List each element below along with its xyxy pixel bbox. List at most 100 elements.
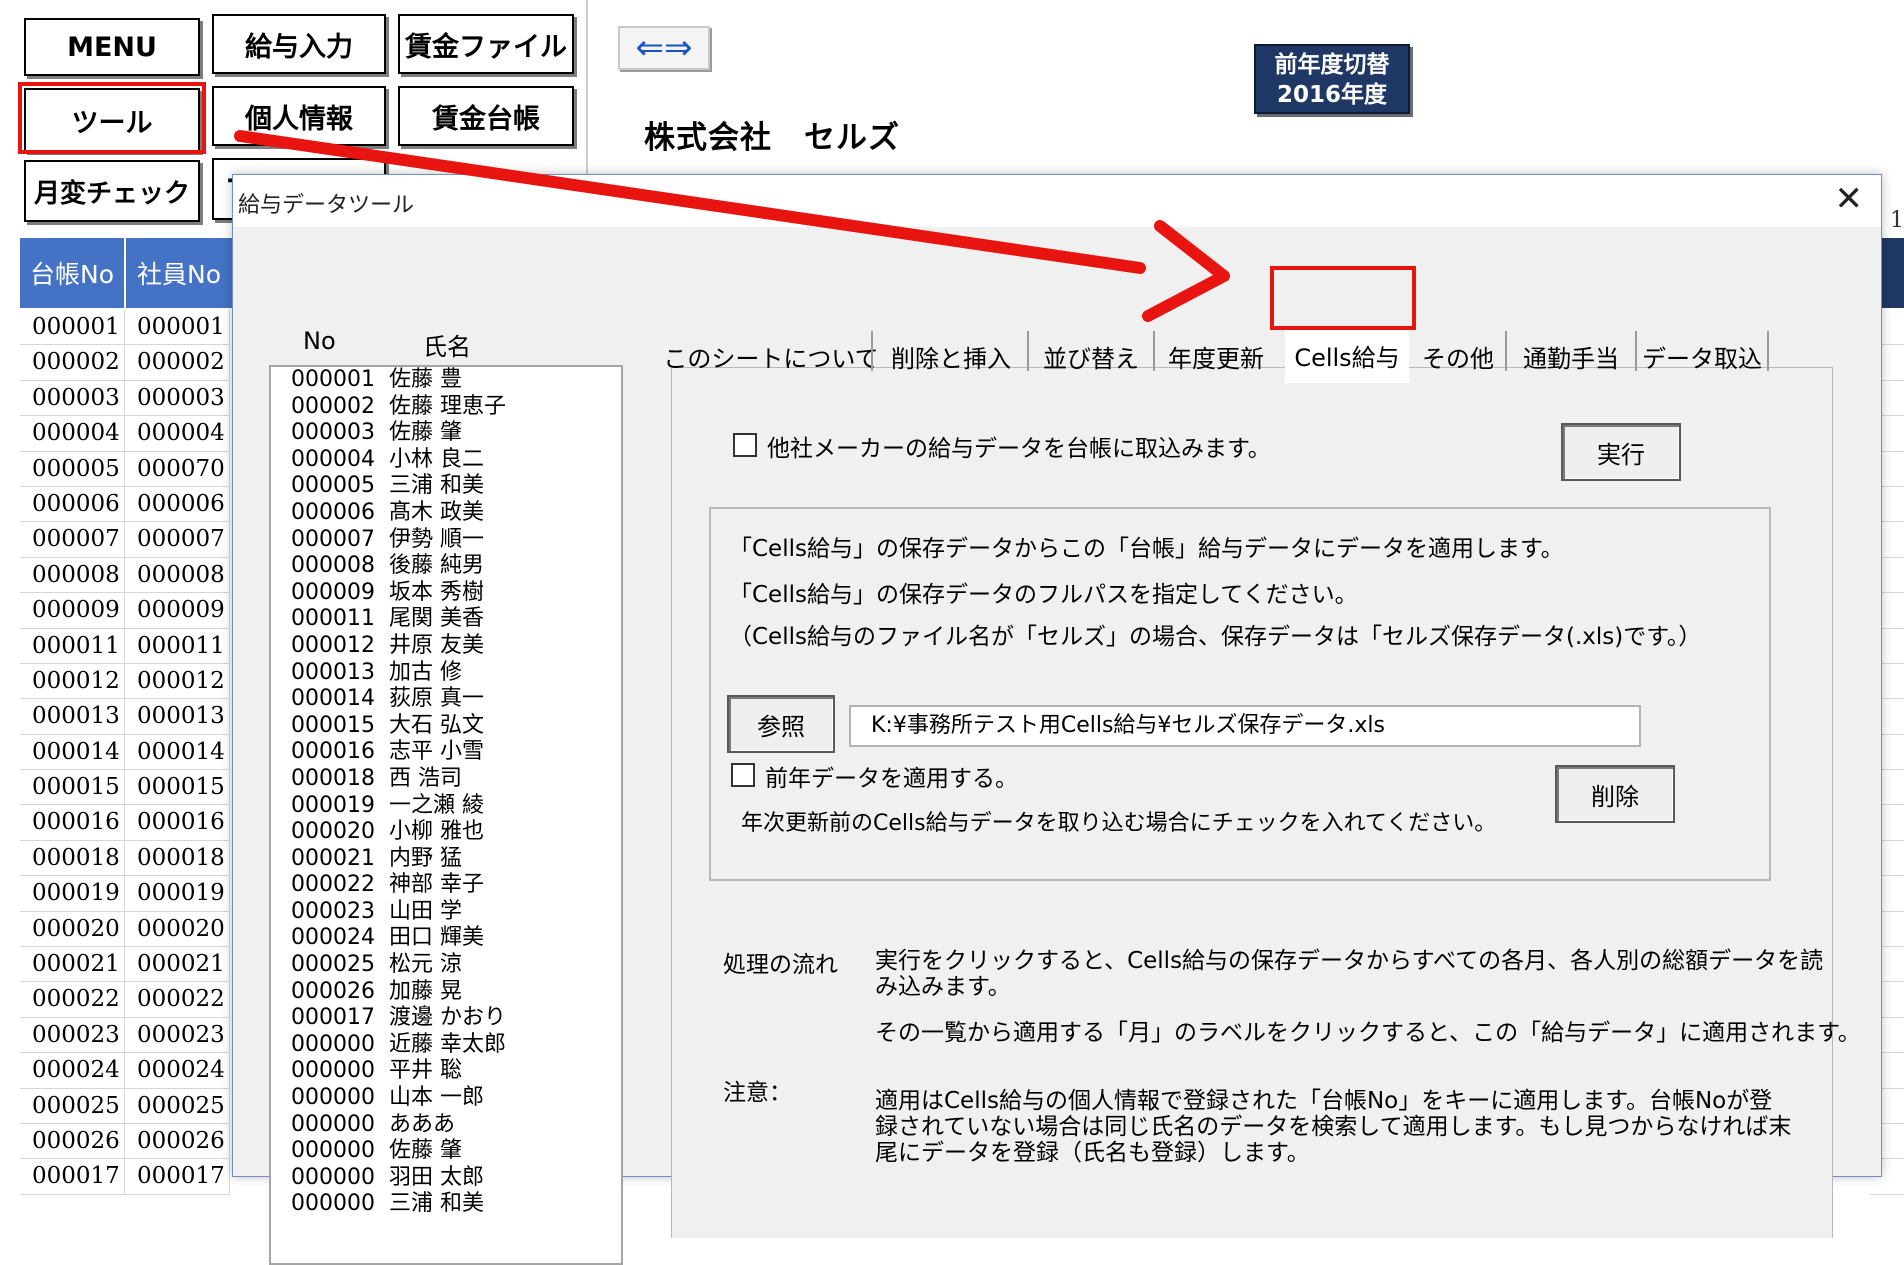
list-item[interactable]: 000026 加藤 晃	[271, 979, 621, 1006]
cell-daicho-no[interactable]: 000025	[20, 1088, 125, 1123]
chingin-daicho-button[interactable]: 賃金台帳	[398, 86, 574, 146]
list-item[interactable]: 000004 小林 良二	[271, 447, 621, 474]
cell-daicho-no[interactable]: 000018	[20, 840, 125, 876]
tab-sort[interactable]: 並び替え	[1031, 333, 1151, 379]
swap-arrow-button[interactable]: ⇐⇒	[618, 26, 710, 70]
list-item[interactable]: 000002 佐藤 理恵子	[271, 394, 621, 421]
cell-shain-no[interactable]: 000015	[125, 770, 230, 805]
cell-shain-no[interactable]: 000026	[125, 1123, 230, 1159]
col-header-shain-no[interactable]: 社員No	[126, 238, 232, 308]
cell-daicho-no[interactable]: 000006	[20, 486, 125, 522]
file-path-input[interactable]: K:¥事務所テスト用Cells給与¥セルズ保存データ.xls	[849, 705, 1641, 747]
tab-year-update[interactable]: 年度更新	[1157, 333, 1275, 379]
prev-year-switch-button[interactable]: 前年度切替 2016年度	[1254, 44, 1410, 114]
cell-shain-no[interactable]: 000013	[125, 699, 230, 734]
cell-daicho-no[interactable]: 000012	[20, 663, 125, 699]
cell-shain-no[interactable]: 000016	[125, 805, 230, 840]
delete-button[interactable]: 削除	[1555, 765, 1675, 823]
cell-shain-no[interactable]: 000009	[125, 593, 230, 628]
cell-daicho-no[interactable]: 000022	[20, 982, 125, 1017]
cell-shain-no[interactable]: 000001	[125, 310, 230, 345]
cell-daicho-no[interactable]: 000002	[20, 345, 125, 380]
list-item[interactable]: 000007 伊勢 順一	[271, 527, 621, 554]
cell-daicho-no[interactable]: 000004	[20, 416, 125, 451]
list-item[interactable]: 000008 後藤 純男	[271, 553, 621, 580]
cell-daicho-no[interactable]: 000008	[20, 557, 125, 593]
list-item[interactable]: 000024 田口 輝美	[271, 925, 621, 952]
kyuyo-input-button[interactable]: 給与入力	[212, 14, 386, 74]
list-item[interactable]: 000020 小柳 雅也	[271, 819, 621, 846]
run-button[interactable]: 実行	[1561, 423, 1681, 481]
tab-about-sheet[interactable]: このシートについて	[663, 333, 878, 379]
list-item[interactable]: 000005 三浦 和美	[271, 473, 621, 500]
tab-other[interactable]: その他	[1413, 333, 1503, 379]
tab-data-import[interactable]: データ取込	[1639, 333, 1765, 379]
cell-shain-no[interactable]: 000070	[125, 451, 230, 486]
list-item[interactable]: 000021 内野 猛	[271, 846, 621, 873]
cell-shain-no[interactable]: 000011	[125, 628, 230, 663]
list-item[interactable]: 000001 佐藤 豊	[271, 367, 621, 394]
list-item[interactable]: 000025 松元 涼	[271, 952, 621, 979]
cell-shain-no[interactable]: 000022	[125, 982, 230, 1017]
list-item[interactable]: 000013 加古 修	[271, 660, 621, 687]
employee-listbox[interactable]: 000001 佐藤 豊 000002 佐藤 理恵子 000003 佐藤 肇 000004 小林…	[269, 365, 623, 1265]
cell-shain-no[interactable]: 000012	[125, 663, 230, 699]
list-item[interactable]: 000018 西 浩司	[271, 766, 621, 793]
cell-daicho-no[interactable]: 000019	[20, 876, 125, 911]
cell-shain-no[interactable]: 000004	[125, 416, 230, 451]
list-item[interactable]: 000015 大石 弘文	[271, 713, 621, 740]
cell-shain-no[interactable]: 000023	[125, 1017, 230, 1053]
cell-daicho-no[interactable]: 000011	[20, 628, 125, 663]
cell-daicho-no[interactable]: 000001	[20, 310, 125, 345]
list-item[interactable]: 000000 佐藤 肇	[271, 1138, 621, 1165]
cell-daicho-no[interactable]: 000016	[20, 805, 125, 840]
cell-daicho-no[interactable]: 000013	[20, 699, 125, 734]
list-item[interactable]: 000017 渡邊 かおり	[271, 1005, 621, 1032]
cell-shain-no[interactable]: 000003	[125, 380, 230, 416]
chingin-file-button[interactable]: 賃金ファイル	[398, 14, 574, 74]
list-item[interactable]: 000019 一之瀬 綾	[271, 793, 621, 820]
cell-daicho-no[interactable]: 000017	[20, 1159, 125, 1194]
tab-cells-kyuyo[interactable]: Cells給与	[1285, 327, 1409, 383]
cell-daicho-no[interactable]: 000021	[20, 947, 125, 982]
col-header-daicho-no[interactable]: 台帳No	[20, 238, 124, 308]
cell-shain-no[interactable]: 000008	[125, 557, 230, 593]
cell-shain-no[interactable]: 000025	[125, 1088, 230, 1123]
browse-button[interactable]: 参照	[727, 695, 835, 753]
cell-daicho-no[interactable]: 000015	[20, 770, 125, 805]
gekkan-check-button[interactable]: 月変チェック	[24, 160, 200, 222]
cell-daicho-no[interactable]: 000003	[20, 380, 125, 416]
cell-daicho-no[interactable]: 000024	[20, 1053, 125, 1088]
cell-daicho-no[interactable]: 000023	[20, 1017, 125, 1053]
menu-button[interactable]: MENU	[24, 18, 200, 76]
cell-daicho-no[interactable]: 000009	[20, 593, 125, 628]
prev-year-data-checkbox[interactable]	[731, 763, 755, 787]
list-item[interactable]: 000000 羽田 太郎	[271, 1165, 621, 1192]
cell-daicho-no[interactable]: 000007	[20, 522, 125, 557]
list-item[interactable]: 000012 井原 友美	[271, 633, 621, 660]
list-item[interactable]: 000006 髙木 政美	[271, 500, 621, 527]
kojin-joho-button[interactable]: 個人情報	[212, 86, 386, 146]
import-other-maker-checkbox[interactable]	[733, 433, 757, 457]
cell-shain-no[interactable]: 000017	[125, 1159, 230, 1194]
close-icon[interactable]: ✕	[1835, 179, 1864, 219]
tab-commute[interactable]: 通勤手当	[1509, 333, 1633, 379]
cell-shain-no[interactable]: 000014	[125, 734, 230, 770]
cell-daicho-no[interactable]: 000005	[20, 451, 125, 486]
tab-delete-insert[interactable]: 削除と挿入	[877, 333, 1025, 379]
list-item[interactable]: 000000 山本 一郎	[271, 1085, 621, 1112]
list-item[interactable]: 000000 あああ	[271, 1112, 621, 1139]
cell-shain-no[interactable]: 000020	[125, 911, 230, 947]
list-item[interactable]: 000023 山田 学	[271, 899, 621, 926]
cell-shain-no[interactable]: 000021	[125, 947, 230, 982]
list-item[interactable]: 000011 尾関 美香	[271, 606, 621, 633]
cell-shain-no[interactable]: 000006	[125, 486, 230, 522]
list-item[interactable]: 000000 近藤 幸太郎	[271, 1032, 621, 1059]
cell-shain-no[interactable]: 000002	[125, 345, 230, 380]
cell-shain-no[interactable]: 000007	[125, 522, 230, 557]
cell-daicho-no[interactable]: 000020	[20, 911, 125, 947]
list-item[interactable]: 000000 平井 聡	[271, 1058, 621, 1085]
cell-shain-no[interactable]: 000024	[125, 1053, 230, 1088]
cell-shain-no[interactable]: 000019	[125, 876, 230, 911]
list-item[interactable]: 000022 神部 幸子	[271, 872, 621, 899]
